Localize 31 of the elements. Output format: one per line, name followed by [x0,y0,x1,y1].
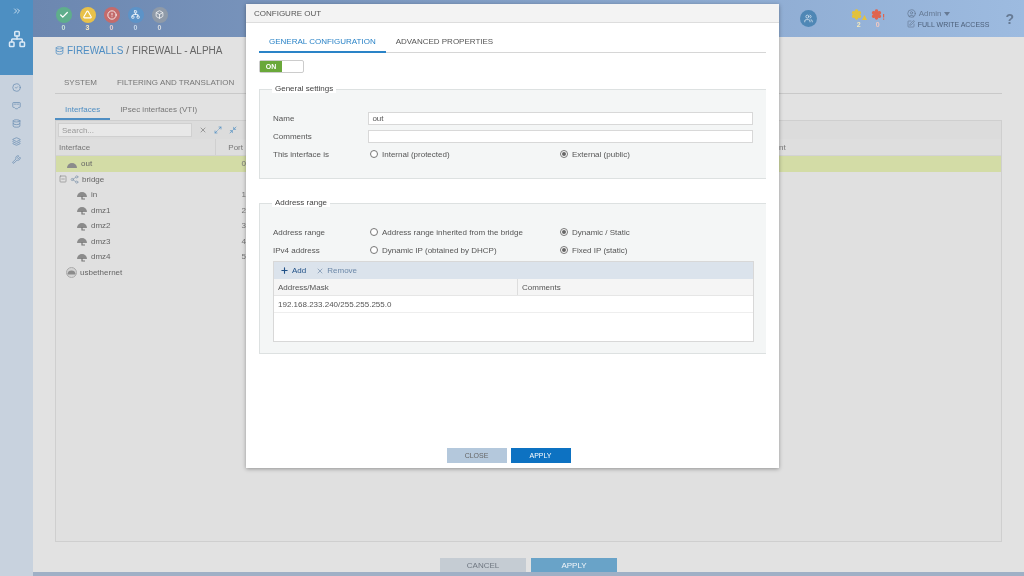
address-cell: 192.168.233.240/255.255.255.0 [274,296,753,313]
port-cell: 4 [241,236,246,246]
interface-name: dmz3 [91,236,111,246]
interface-name: bridge [82,174,105,184]
radio-label: Dynamic / Static [572,227,630,237]
port-cell: 3 [241,221,246,231]
interface-name: in [91,190,98,200]
field-label: IPv4 address [273,245,321,255]
radio-label: Dynamic IP (obtained by DHCP) [382,245,497,255]
port-cell: 5 [241,252,246,262]
breadcrumb-current: FIREWALL - ALPHA [132,44,223,56]
radio-label: Fixed IP (static) [572,245,628,255]
dialog-title: CONFIGURE OUT [246,4,779,23]
interface-name: dmz1 [91,205,111,215]
interface-name: usbethernet [80,267,123,277]
field-label: Name [273,113,296,123]
radio-label: Internal (protected) [382,149,450,159]
interface-name: dmz2 [91,221,111,231]
field-label: Comments [273,131,313,141]
port-cell: 0 [241,159,246,169]
section-title: Address range [272,198,331,207]
section-title: General settings [272,84,337,93]
interface-name: out [81,159,93,169]
port-cell: 2 [241,205,246,215]
field-label: This interface is [273,149,331,159]
radio-label: Address range inherited from the bridge [382,227,523,237]
field-label: Address range [273,227,327,237]
radio-label: External (public) [572,149,630,159]
breadcrumb-separator: / [126,44,130,56]
port-cell: 1 [241,190,246,200]
interface-name: dmz4 [91,252,111,262]
